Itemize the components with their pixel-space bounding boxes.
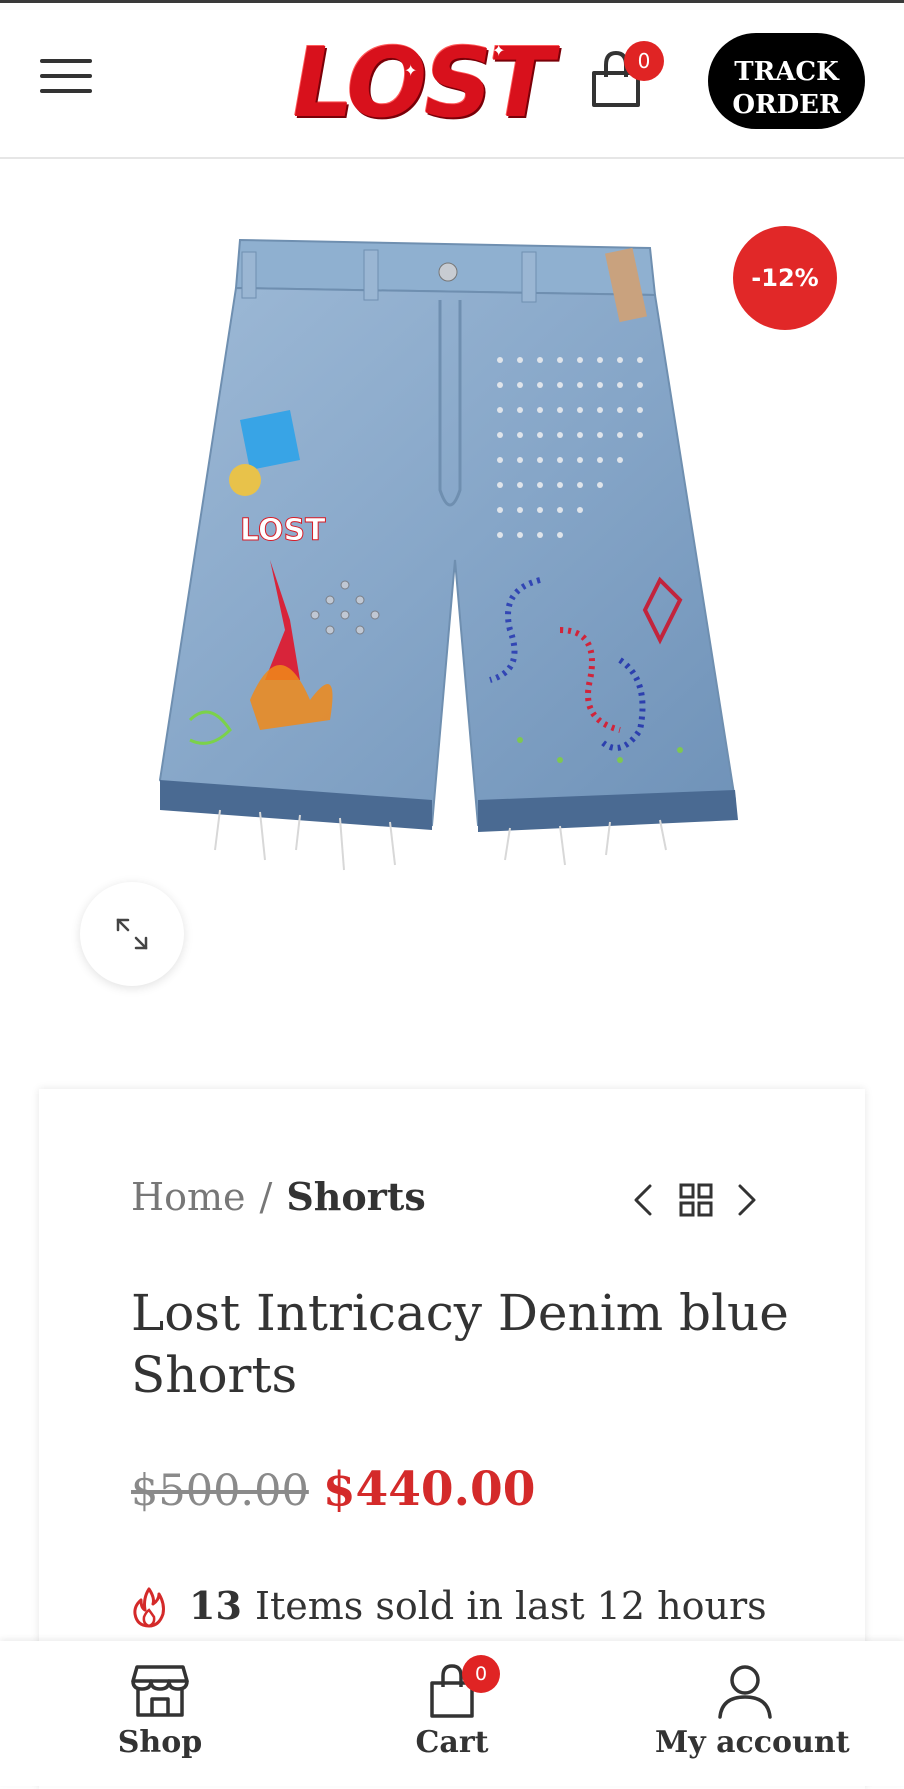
menu-line [40, 74, 92, 78]
discount-badge: -12% [733, 226, 837, 330]
user-account-icon [718, 1665, 772, 1719]
breadcrumb: Home / Shorts [131, 1172, 426, 1222]
fire-icon [133, 1587, 165, 1628]
back-to-products-grid-icon[interactable] [676, 1178, 716, 1222]
cart-count-badge: 0 [624, 41, 664, 81]
breadcrumb-current[interactable]: Shorts [286, 1174, 425, 1219]
header-cart-button[interactable]: 0 [588, 41, 664, 111]
bottom-nav-shop[interactable]: Shop [100, 1641, 220, 1786]
site-header: LOST ✦ ✦ ✦ 0 TRACK ORDER [0, 3, 904, 159]
product-title: Lost Intricacy Denim blue Shorts [131, 1284, 789, 1404]
shop-icon [131, 1665, 189, 1717]
hamburger-menu-button[interactable] [40, 59, 92, 99]
menu-line [40, 89, 92, 93]
breadcrumb-separator: / [259, 1175, 273, 1219]
expand-icon [116, 918, 148, 950]
sale-price: $440.00 [322, 1462, 536, 1517]
price-block: $500.00 $440.00 [131, 1460, 535, 1520]
original-price: $500.00 [131, 1466, 309, 1516]
zoom-image-button[interactable] [80, 882, 184, 986]
shop-label: Shop [117, 1725, 203, 1760]
track-order-button[interactable]: TRACK ORDER [708, 33, 865, 129]
product-navigation [628, 1178, 768, 1222]
bottom-cart-count-badge: 0 [462, 1655, 500, 1693]
site-logo[interactable]: LOST ✦ ✦ ✦ [282, 21, 560, 145]
next-product-icon[interactable] [732, 1178, 762, 1222]
sold-text: Items sold in last 12 hours [255, 1584, 767, 1628]
my-account-label: My account [655, 1725, 850, 1760]
cart-label: Cart [415, 1725, 489, 1760]
menu-line [40, 59, 92, 63]
sold-count: 13 [189, 1583, 242, 1628]
sparkle-icon: ✦ [492, 41, 506, 60]
previous-product-icon[interactable] [628, 1178, 658, 1222]
bottom-nav-my-account[interactable]: My account [655, 1641, 850, 1786]
sparkle-icon: ✦ [314, 29, 328, 48]
bottom-nav-cart[interactable]: 0 Cart [392, 1641, 512, 1786]
bottom-navigation-bar: Shop 0 Cart My account [0, 1641, 904, 1786]
track-order-line1: TRACK [734, 56, 839, 87]
sparkle-icon: ✦ [404, 61, 418, 80]
svg-text:LOST: LOST [240, 513, 326, 548]
track-order-line2: ORDER [732, 89, 841, 120]
breadcrumb-home-link[interactable]: Home [131, 1175, 246, 1219]
